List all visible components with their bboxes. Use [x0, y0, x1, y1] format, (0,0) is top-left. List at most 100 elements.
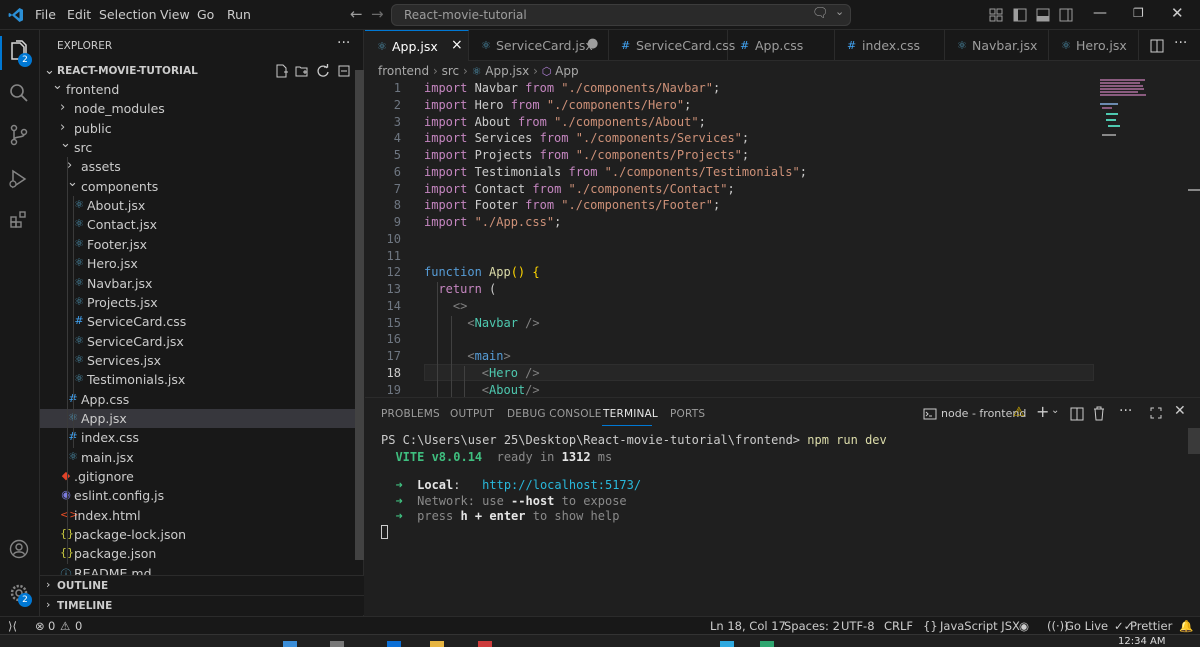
- maximize-panel-icon[interactable]: [1150, 407, 1162, 419]
- tree-file[interactable]: ⚛ Hero.jsx: [40, 254, 355, 273]
- breadcrumb-src[interactable]: src: [442, 64, 460, 78]
- toggle-panel-icon[interactable]: [1036, 8, 1050, 22]
- breadcrumb-file[interactable]: App.jsx: [485, 64, 529, 78]
- outline-section[interactable]: › OUTLINE: [40, 575, 364, 595]
- notifications-icon[interactable]: 🔔: [1179, 619, 1193, 633]
- tree-folder[interactable]: ⌄ src: [40, 136, 355, 157]
- trash-icon[interactable]: [1092, 406, 1106, 421]
- terminal-scrollbar[interactable]: [1188, 428, 1200, 454]
- unsaved-dot-icon[interactable]: ●: [587, 36, 598, 51]
- encoding[interactable]: UTF-8: [841, 619, 875, 633]
- remote-icon[interactable]: ⟩⟨: [8, 619, 17, 633]
- restore-icon[interactable]: ❐: [1133, 6, 1144, 20]
- menu-edit[interactable]: Edit: [67, 7, 91, 22]
- tree-file[interactable]: ⚛ Projects.jsx: [40, 293, 355, 312]
- code-line[interactable]: <Hero />: [424, 366, 540, 380]
- tab-index-css[interactable]: # index.css: [835, 30, 945, 61]
- copilot-icon[interactable]: ◉: [1019, 619, 1029, 633]
- tree-file[interactable]: ⚛ ServiceCard.jsx: [40, 332, 355, 351]
- error-count[interactable]: 0: [48, 619, 55, 633]
- chevron-down-icon[interactable]: ⌄: [44, 63, 55, 78]
- tab-ports[interactable]: PORTS: [670, 408, 705, 420]
- prettier-status[interactable]: Prettier: [1130, 619, 1172, 633]
- workspace-root[interactable]: REACT-MOVIE-TUTORIAL: [57, 65, 198, 77]
- tree-file[interactable]: <> index.html: [40, 506, 355, 525]
- tree-folder[interactable]: ⌄ frontend: [40, 78, 355, 99]
- new-terminal-icon[interactable]: +: [1036, 402, 1049, 421]
- tree-folder[interactable]: › public: [40, 119, 355, 138]
- app-taskbar-icon[interactable]: [478, 641, 492, 647]
- tree-file[interactable]: ⚛ About.jsx: [40, 196, 355, 215]
- split-editor-icon[interactable]: [1150, 39, 1164, 53]
- tree-file[interactable]: ⚛ Navbar.jsx: [40, 274, 355, 293]
- menu-view[interactable]: View: [160, 7, 190, 22]
- code-line[interactable]: <Navbar />: [424, 316, 539, 330]
- tree-file[interactable]: ⚛App.jsx: [40, 408, 355, 428]
- tab-servicecard-css[interactable]: # ServiceCard.css: [609, 30, 735, 61]
- code-line[interactable]: <>: [424, 299, 467, 313]
- code-line[interactable]: import Footer from "./components/Footer"…: [424, 198, 720, 212]
- forward-arrow-icon[interactable]: →: [371, 5, 384, 23]
- tab-hero-jsx[interactable]: ⚛ Hero.jsx: [1049, 30, 1139, 61]
- code-line[interactable]: import "./App.css";: [424, 215, 561, 229]
- menu-file[interactable]: File: [35, 7, 56, 22]
- tree-file[interactable]: # ServiceCard.css: [40, 312, 355, 331]
- menu-go[interactable]: Go: [197, 7, 214, 22]
- back-arrow-icon[interactable]: ←: [350, 5, 363, 23]
- warning-icon[interactable]: ⚠: [60, 619, 70, 633]
- code-line[interactable]: function App() {: [424, 265, 540, 279]
- tree-folder[interactable]: › assets: [40, 157, 355, 176]
- code-line[interactable]: <About/>: [424, 383, 540, 397]
- go-live-button[interactable]: Go Live: [1065, 619, 1108, 633]
- browser-taskbar-icon[interactable]: [720, 641, 734, 647]
- code-line[interactable]: import Projects from "./components/Proje…: [424, 148, 749, 162]
- toggle-sidebar-icon[interactable]: [1013, 8, 1027, 22]
- minimize-icon[interactable]: —: [1093, 5, 1107, 21]
- minimap[interactable]: [1100, 79, 1148, 139]
- warning-count[interactable]: 0: [75, 619, 82, 633]
- new-file-icon[interactable]: [275, 64, 289, 78]
- app2-taskbar-icon[interactable]: [760, 641, 774, 647]
- code-editor[interactable]: frontend › src › ⚛ App.jsx › ⬡ App 1 impo…: [365, 61, 1200, 400]
- tree-file[interactable]: ◆ .gitignore: [40, 467, 355, 486]
- close-panel-icon[interactable]: ✕: [1174, 403, 1186, 419]
- start-icon[interactable]: [283, 641, 297, 647]
- vscode-taskbar-icon[interactable]: [387, 641, 401, 647]
- code-line[interactable]: import Contact from "./components/Contac…: [424, 182, 735, 196]
- close-window-icon[interactable]: ✕: [1171, 4, 1184, 22]
- tree-file[interactable]: ◉ eslint.config.js: [40, 486, 355, 505]
- panel-more-icon[interactable]: ···: [1119, 403, 1132, 419]
- run-debug-icon[interactable]: [8, 169, 30, 189]
- tab-terminal[interactable]: TERMINAL: [603, 408, 658, 420]
- command-center[interactable]: React-movie-tutorial: [391, 4, 851, 26]
- menu-run[interactable]: Run: [227, 7, 251, 22]
- sidebar-scrollbar[interactable]: [355, 70, 364, 560]
- tree-file[interactable]: ⚛ Contact.jsx: [40, 215, 355, 234]
- error-icon[interactable]: ⊗: [35, 619, 45, 633]
- search-icon[interactable]: [9, 83, 29, 103]
- new-folder-icon[interactable]: [295, 64, 309, 78]
- breadcrumb-symbol[interactable]: App: [555, 64, 578, 78]
- timeline-section[interactable]: › TIMELINE: [40, 595, 364, 615]
- search-taskbar-icon[interactable]: [330, 641, 344, 647]
- chevron-down-icon[interactable]: ⌄: [835, 5, 844, 18]
- layout-customize-icon[interactable]: [989, 8, 1003, 22]
- code-line[interactable]: return (: [424, 282, 496, 296]
- breadcrumb-frontend[interactable]: frontend: [378, 64, 429, 78]
- tab-output[interactable]: OUTPUT: [450, 408, 494, 420]
- more-actions-icon[interactable]: ···: [337, 35, 350, 51]
- tab-debug-console[interactable]: DEBUG CONSOLE: [507, 408, 602, 420]
- tab-servicecard-jsx[interactable]: ⚛ ServiceCard.jsx ●: [469, 30, 609, 61]
- collapse-all-icon[interactable]: [337, 64, 351, 78]
- menu-selection[interactable]: Selection: [99, 7, 157, 22]
- code-line[interactable]: import Testimonials from "./components/T…: [424, 165, 807, 179]
- refresh-icon[interactable]: [316, 64, 330, 78]
- explorer-taskbar-icon[interactable]: [430, 641, 444, 647]
- tree-file[interactable]: ⚛ Footer.jsx: [40, 235, 355, 254]
- line-ending[interactable]: CRLF: [884, 619, 913, 633]
- chat-icon[interactable]: 🗨: [812, 6, 829, 21]
- toggle-secondary-sidebar-icon[interactable]: [1059, 8, 1073, 22]
- code-line[interactable]: import Services from "./components/Servi…: [424, 131, 749, 145]
- tree-file[interactable]: ⚛ main.jsx: [40, 448, 355, 467]
- account-icon[interactable]: [9, 539, 29, 559]
